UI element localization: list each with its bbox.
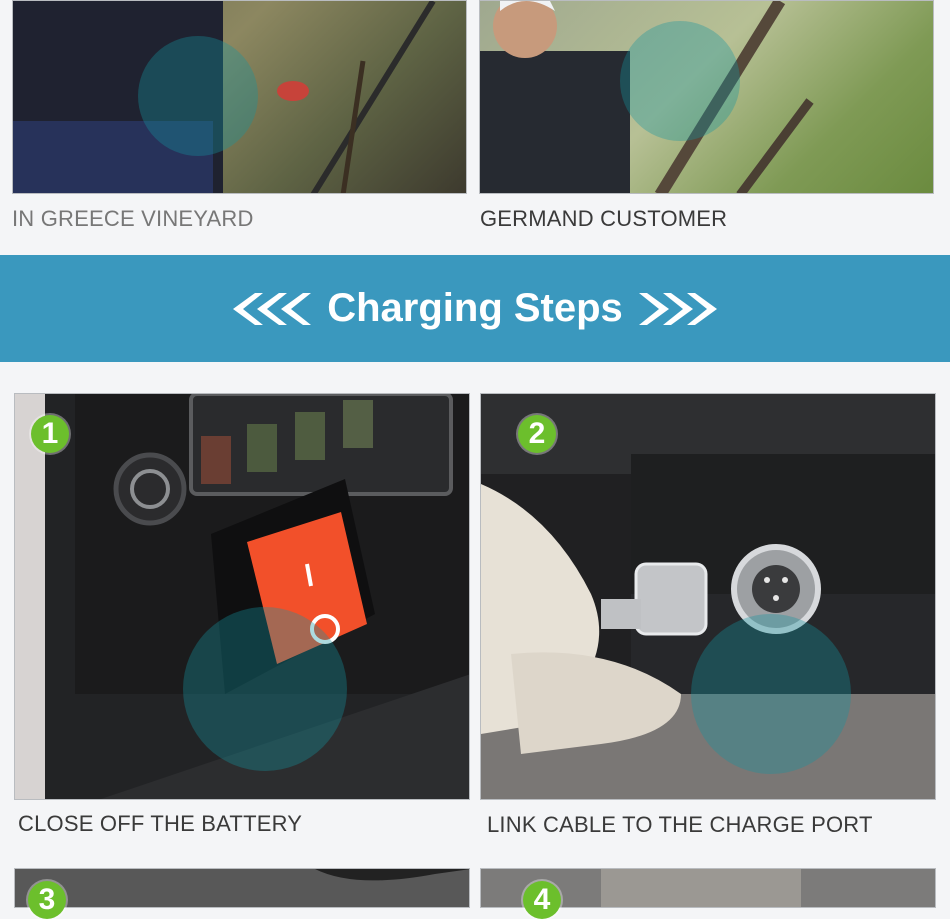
- chevrons-right-icon: [637, 291, 719, 327]
- vineyard-caption: IN GREECE VINEYARD: [12, 206, 254, 231]
- step-2-badge: 2: [518, 415, 556, 453]
- step-4-badge: 4: [523, 881, 561, 919]
- step-1-badge: 1: [31, 415, 69, 453]
- vineyard-photo-art: [13, 1, 436, 193]
- step-3-photo: [14, 868, 470, 908]
- customer-caption: GERMAND CUSTOMER: [480, 206, 728, 231]
- customer-photo: [479, 0, 934, 194]
- step-1-photo: [14, 393, 470, 800]
- step-3-art: [15, 869, 469, 907]
- step-3-badge: 3: [28, 881, 66, 919]
- step-2-photo: [480, 393, 936, 800]
- chevrons-left-icon: [231, 291, 313, 327]
- banner-title: Charging Steps: [327, 286, 623, 330]
- step-2-caption: LINK CABLE TO THE CHARGE PORT: [487, 812, 873, 837]
- vineyard-photo: [12, 0, 467, 194]
- battery-switch-art: [45, 394, 469, 799]
- charge-port-art: [481, 394, 935, 799]
- customer-photo-art: [480, 1, 814, 193]
- charging-steps-banner: Charging Steps: [0, 255, 950, 362]
- step-1-caption: CLOSE OFF THE BATTERY: [18, 811, 303, 836]
